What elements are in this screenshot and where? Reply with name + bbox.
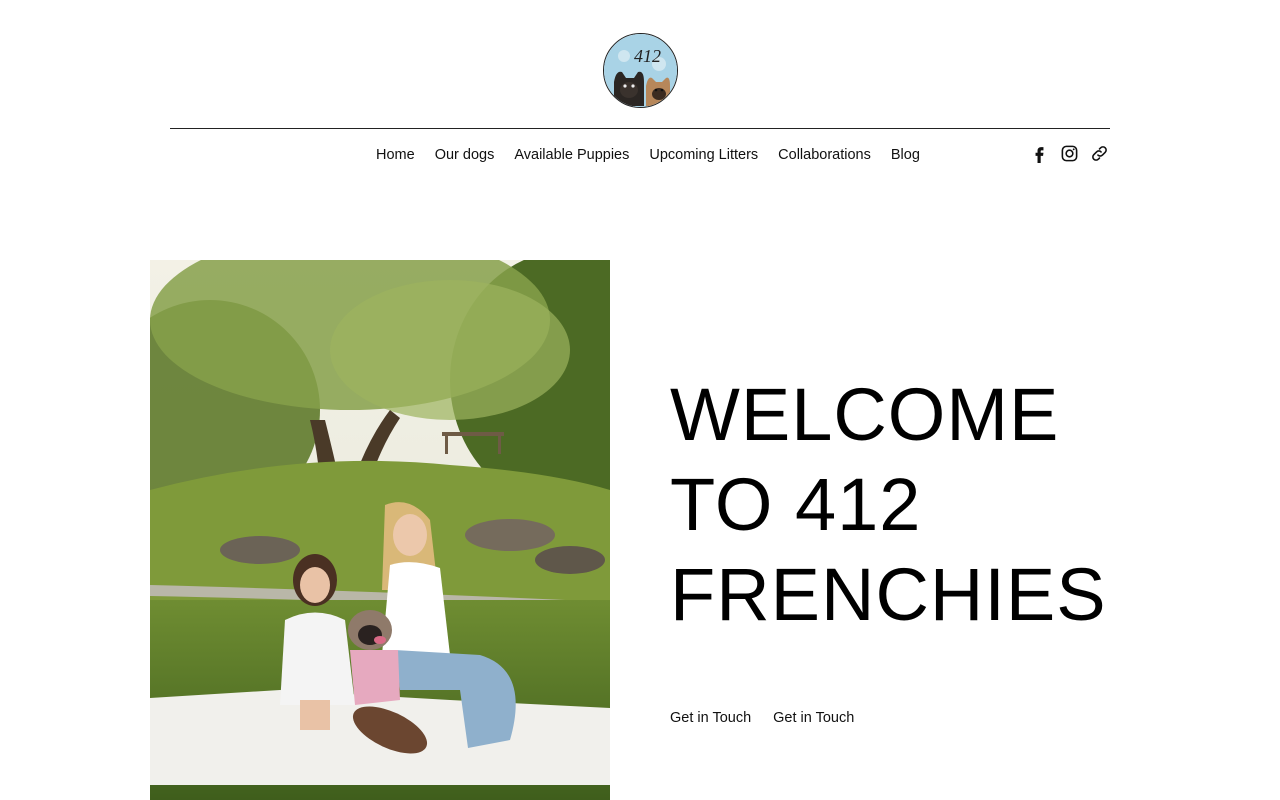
site-logo[interactable]: 412 — [603, 33, 678, 108]
get-in-touch-button-secondary[interactable]: Get in Touch — [773, 708, 854, 728]
french-bulldogs-logo-icon: 412 — [604, 34, 677, 107]
nav-links: Home Our dogs Available Puppies Upcoming… — [366, 145, 930, 165]
header-divider — [170, 128, 1110, 129]
nav-item-upcoming-litters[interactable]: Upcoming Litters — [639, 145, 768, 165]
nav-item-our-dogs[interactable]: Our dogs — [425, 145, 505, 165]
family-with-french-bulldog-photo — [150, 260, 610, 800]
nav-item-collaborations[interactable]: Collaborations — [768, 145, 881, 165]
hero-title-line-3: FRENCHIES — [670, 553, 1107, 636]
cta-row: Get in Touch Get in Touch — [670, 708, 854, 728]
link-icon[interactable] — [1090, 144, 1109, 163]
hero-title: WELCOME TO 412 FRENCHIES — [670, 370, 1190, 640]
nav-item-blog[interactable]: Blog — [881, 145, 930, 165]
get-in-touch-button[interactable]: Get in Touch — [670, 708, 751, 728]
nav-item-available-puppies[interactable]: Available Puppies — [504, 145, 639, 165]
hero-photo — [150, 260, 610, 800]
logo-text: 412 — [634, 46, 661, 66]
instagram-icon[interactable] — [1060, 144, 1079, 163]
social-bar — [1030, 144, 1109, 163]
hero-title-line-1: WELCOME — [670, 373, 1060, 456]
facebook-icon[interactable] — [1030, 144, 1049, 163]
hero-title-line-2: TO 412 — [670, 463, 922, 546]
nav-item-home[interactable]: Home — [366, 145, 425, 165]
